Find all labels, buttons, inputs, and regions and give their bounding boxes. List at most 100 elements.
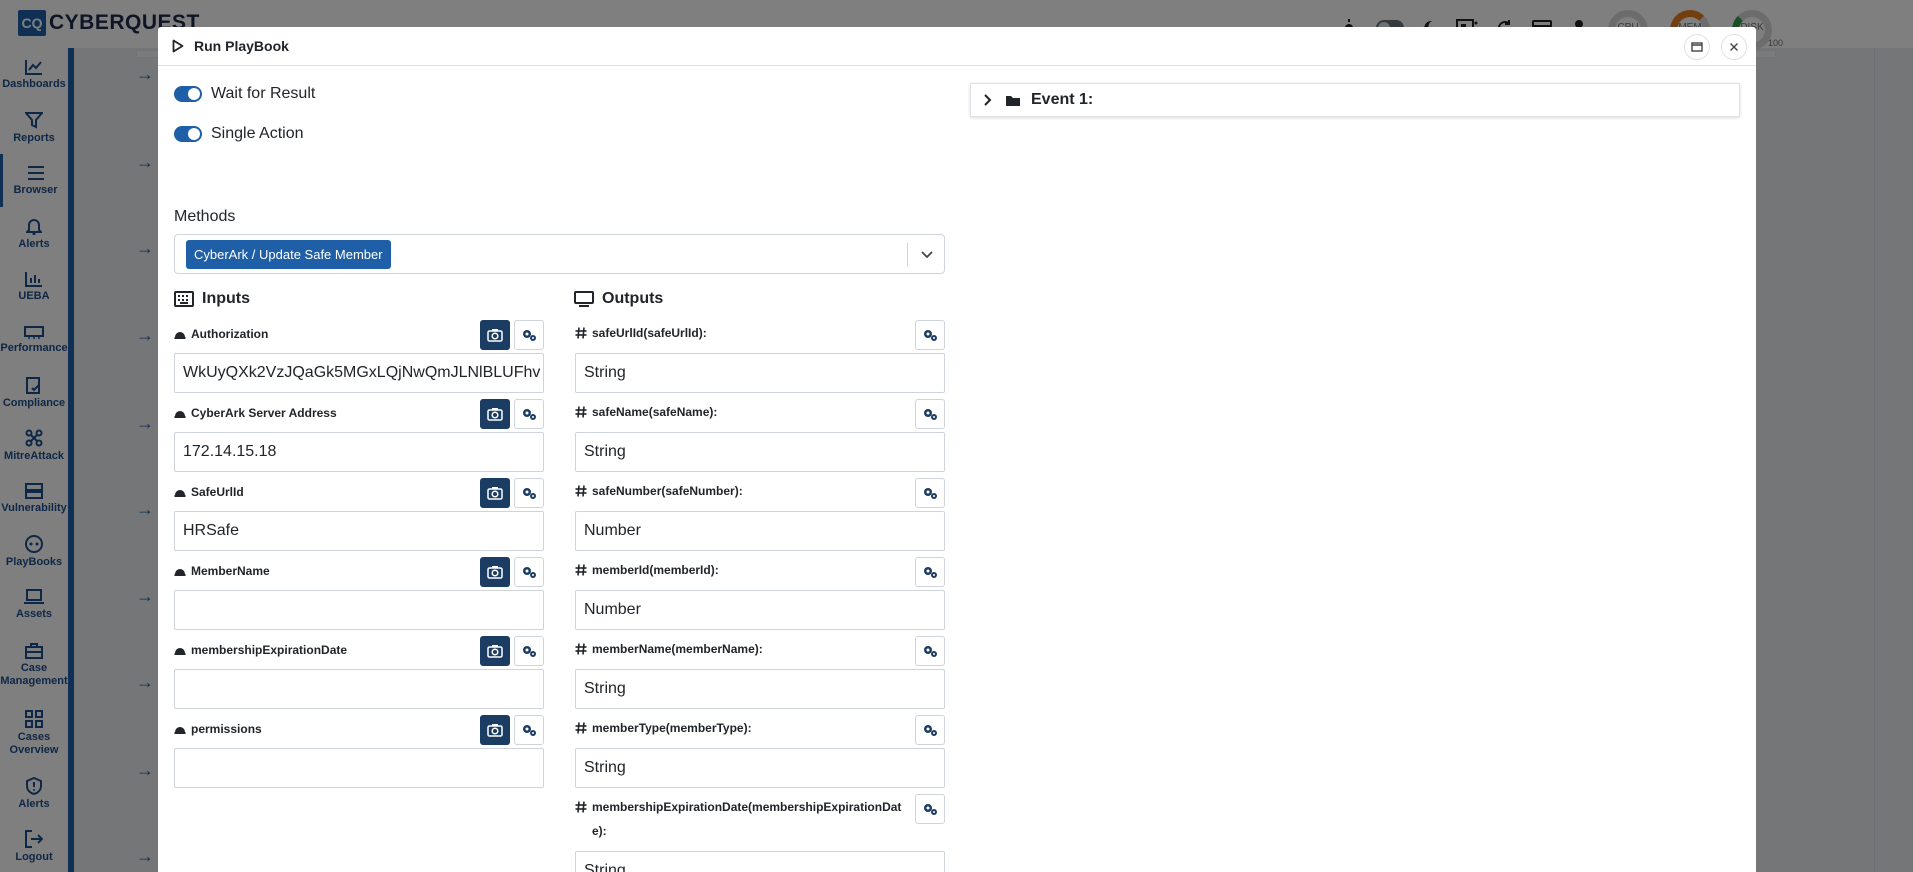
safename-output[interactable]: String <box>575 432 945 472</box>
methods-select[interactable]: CyberArk / Update Safe Member <box>174 234 945 274</box>
membername-input[interactable] <box>174 590 544 630</box>
field-label: Authorization <box>174 327 268 341</box>
hash-icon <box>575 406 587 418</box>
settings-button[interactable] <box>915 557 945 587</box>
chevron-down-icon[interactable] <box>920 247 934 261</box>
field-label-text: memberType(memberType): <box>592 721 752 735</box>
cogs-icon <box>924 409 937 420</box>
field-label-text: safeNumber(safeNumber): <box>592 484 743 498</box>
safeurlid-input[interactable]: HRSafe <box>174 511 544 551</box>
hash-icon <box>575 722 587 734</box>
expiration-date-output[interactable]: String <box>575 851 945 872</box>
outputs-section-title: Outputs <box>574 290 663 308</box>
field-label-text: safeName(safeName): <box>592 405 718 419</box>
wait-for-result-row: Wait for Result <box>174 82 945 106</box>
field-label: CyberArk Server Address <box>174 406 337 420</box>
helmet-icon <box>174 490 186 497</box>
field-label: MemberName <box>174 564 270 578</box>
keyboard-icon <box>174 291 194 307</box>
camera-icon <box>487 408 503 421</box>
camera-icon <box>487 487 503 500</box>
select-divider <box>907 243 908 267</box>
modal-header: Run PlayBook <box>158 27 1756 66</box>
field-label-text: memberId(memberId): <box>592 563 719 577</box>
methods-label: Methods <box>174 208 236 225</box>
settings-button[interactable] <box>915 715 945 745</box>
settings-button[interactable] <box>915 636 945 666</box>
camera-button[interactable] <box>480 478 510 508</box>
cogs-icon <box>924 646 937 657</box>
close-button[interactable] <box>1721 34 1747 60</box>
field-label-text: membershipExpirationDate <box>191 643 348 657</box>
event-panel[interactable]: Event 1: <box>970 83 1740 117</box>
settings-button[interactable] <box>514 715 544 745</box>
membertype-output[interactable]: String <box>575 748 945 788</box>
field-label: memberName(memberName): <box>575 637 905 661</box>
safeurlid-output[interactable]: String <box>575 353 945 393</box>
playbook-form: Wait for Result Single Action Methods Cy… <box>174 80 945 872</box>
safenumber-output[interactable]: Number <box>575 511 945 551</box>
settings-button[interactable] <box>915 794 945 824</box>
membername-output[interactable]: String <box>575 669 945 709</box>
hash-icon <box>575 801 587 813</box>
camera-button[interactable] <box>480 636 510 666</box>
helmet-icon <box>174 569 186 576</box>
camera-button[interactable] <box>480 320 510 350</box>
cogs-icon <box>523 646 536 657</box>
permissions-input[interactable] <box>174 748 544 788</box>
camera-button[interactable] <box>480 557 510 587</box>
settings-button[interactable] <box>915 478 945 508</box>
cogs-icon <box>523 409 536 420</box>
event-title: Event 1: <box>1031 91 1094 108</box>
helmet-icon <box>174 727 186 734</box>
cogs-icon <box>523 725 536 736</box>
expiration-date-input[interactable] <box>174 669 544 709</box>
field-label: memberType(memberType): <box>575 716 905 740</box>
server-address-input[interactable]: 172.14.15.18 <box>174 432 544 472</box>
authorization-input[interactable]: WkUyQXk2VzJQaGk5MGxLQjNwQmJLNlBLUFhv <box>174 353 544 393</box>
outputs-title: Outputs <box>602 290 664 307</box>
settings-button[interactable] <box>514 478 544 508</box>
camera-button[interactable] <box>480 399 510 429</box>
maximize-button[interactable] <box>1684 34 1710 60</box>
field-label: membershipExpirationDate <box>174 643 347 657</box>
run-playbook-modal: Run PlayBook Wait for Result Single Acti… <box>158 27 1756 872</box>
play-icon <box>172 39 184 53</box>
chevron-right-icon <box>984 94 992 106</box>
helmet-icon <box>174 411 186 418</box>
maximize-icon <box>1691 42 1703 52</box>
settings-button[interactable] <box>514 636 544 666</box>
inputs-title: Inputs <box>202 290 250 307</box>
field-label-text: CyberArk Server Address <box>191 406 337 420</box>
cogs-icon <box>924 725 937 736</box>
settings-button[interactable] <box>915 320 945 350</box>
cogs-icon <box>924 567 937 578</box>
cogs-icon <box>924 330 937 341</box>
field-label-text: safeUrlId(safeUrlId): <box>592 326 707 340</box>
camera-button[interactable] <box>480 715 510 745</box>
monitor-icon <box>574 291 594 307</box>
settings-button[interactable] <box>915 399 945 429</box>
cogs-icon <box>523 567 536 578</box>
wait-for-result-toggle[interactable] <box>174 86 202 102</box>
cogs-icon <box>924 488 937 499</box>
modal-title: Run PlayBook <box>194 38 289 54</box>
field-label: permissions <box>174 722 262 736</box>
cogs-icon <box>924 804 937 815</box>
inputs-section-title: Inputs <box>174 290 250 308</box>
settings-button[interactable] <box>514 557 544 587</box>
camera-icon <box>487 645 503 658</box>
settings-button[interactable] <box>514 399 544 429</box>
hash-icon <box>575 485 587 497</box>
field-label: safeNumber(safeNumber): <box>575 479 905 503</box>
settings-button[interactable] <box>514 320 544 350</box>
field-label: safeUrlId(safeUrlId): <box>575 321 905 345</box>
memberid-output[interactable]: Number <box>575 590 945 630</box>
field-label-text: membershipExpirationDate(membershipExpir… <box>592 800 902 838</box>
helmet-icon <box>174 332 186 339</box>
single-action-toggle[interactable] <box>174 126 202 142</box>
selected-method-chip[interactable]: CyberArk / Update Safe Member <box>186 240 391 269</box>
single-action-label: Single Action <box>211 125 304 142</box>
hash-icon <box>575 327 587 339</box>
cogs-icon <box>523 330 536 341</box>
